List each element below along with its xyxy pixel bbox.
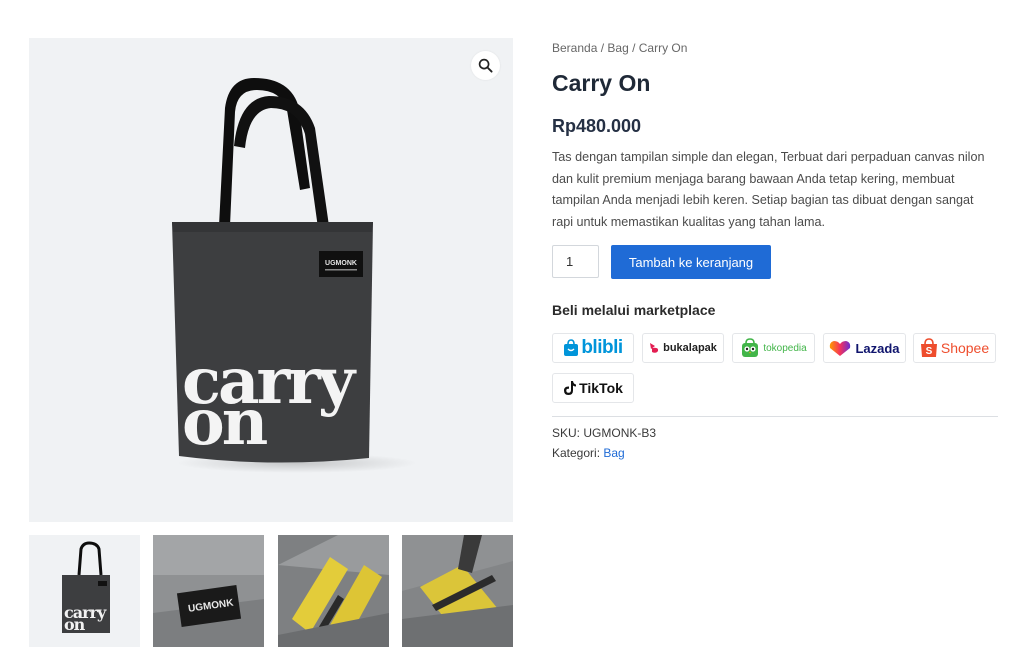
tiktok-note-icon: [564, 381, 577, 395]
breadcrumb-current: Carry On: [638, 41, 688, 55]
thumbnail-3[interactable]: [278, 535, 389, 647]
bukalapak-icon: [650, 343, 659, 353]
sku-label: SKU:: [552, 426, 581, 440]
shopee-bag-icon: S: [920, 338, 937, 357]
category-link[interactable]: Bag: [603, 446, 624, 460]
marketplace-heading: Beli melalui marketplace: [552, 302, 716, 318]
svg-text:S: S: [926, 346, 933, 357]
breadcrumb-category-link[interactable]: Bag: [607, 41, 628, 55]
lazada-logo: Lazada: [855, 340, 900, 356]
bag-brand-label: UGMONK: [325, 260, 357, 267]
thumbnail-1[interactable]: carry on: [29, 535, 140, 647]
zoom-button[interactable]: [471, 51, 500, 80]
marketplace-tokopedia-button[interactable]: tokopedia: [732, 333, 815, 363]
breadcrumb-home-link[interactable]: Beranda: [552, 41, 597, 55]
marketplace-lazada-button[interactable]: Lazada: [823, 333, 906, 363]
breadcrumb-separator: /: [628, 41, 639, 55]
marketplace-shopee-button[interactable]: S Shopee: [913, 333, 996, 363]
add-to-cart-button[interactable]: Tambah ke keranjang: [611, 245, 771, 279]
marketplace-tiktok-button[interactable]: TikTok: [552, 373, 634, 403]
quantity-input[interactable]: [552, 245, 599, 278]
shopee-logo: Shopee: [940, 340, 990, 356]
breadcrumb: Beranda / Bag / Carry On: [552, 41, 687, 55]
product-description: Tas dengan tampilan simple dan elegan, T…: [552, 150, 985, 229]
product-title: Carry On: [552, 70, 651, 96]
bukalapak-logo: bukalapak: [663, 342, 717, 354]
thumbnail-4[interactable]: [402, 535, 513, 647]
sku-value: UGMONK-B3: [583, 426, 657, 440]
category-label: Kategori:: [552, 446, 601, 460]
tiktok-logo: TikTok: [579, 380, 623, 396]
bag-print-line2: on: [182, 385, 268, 460]
product-main-image[interactable]: UGMONK carry on: [29, 38, 513, 522]
marketplace-bukalapak-button[interactable]: bukalapak: [642, 333, 724, 363]
product-price: Rp480.000: [552, 116, 642, 136]
search-icon: [478, 58, 493, 73]
product-sku: SKU: UGMONK-B3: [552, 426, 656, 440]
divider: [552, 416, 998, 417]
thumbnail-2[interactable]: UGMONK: [153, 535, 264, 647]
blibli-logo: blibli: [581, 337, 623, 358]
tokopedia-owl-icon: [742, 338, 759, 357]
breadcrumb-separator: /: [597, 41, 608, 55]
product-category: Kategori: Bag: [552, 446, 625, 460]
svg-text:on: on: [64, 615, 86, 634]
tote-bag-image: UGMONK carry on: [172, 78, 417, 473]
lazada-heart-icon: [830, 341, 851, 356]
tokopedia-logo: tokopedia: [763, 342, 807, 354]
blibli-bag-icon: [564, 339, 579, 356]
thumbnail-strip: carry on UGMONK: [29, 535, 513, 647]
marketplace-blibli-button[interactable]: blibli: [552, 333, 634, 363]
